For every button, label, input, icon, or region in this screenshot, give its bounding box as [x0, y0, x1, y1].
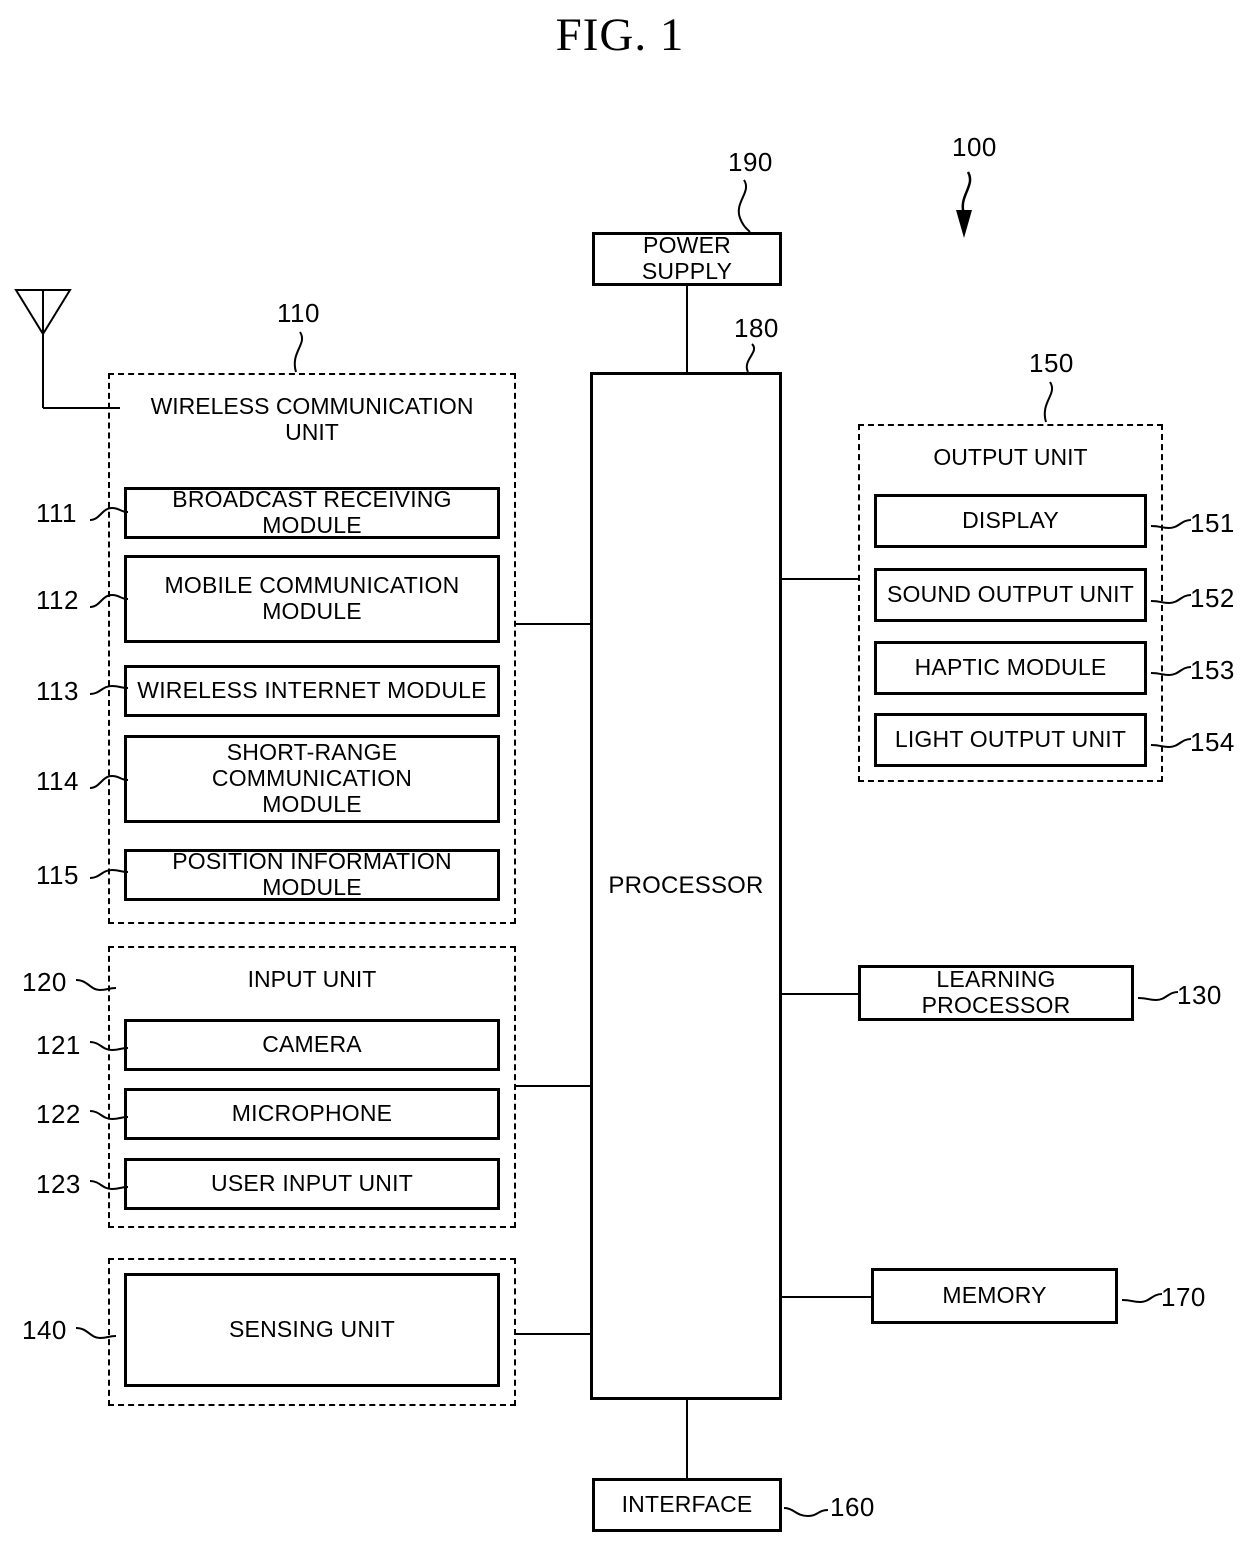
power-supply-label: POWER SUPPLY — [641, 232, 733, 284]
position-information-module-label: POSITION INFORMATION MODULE — [172, 848, 452, 900]
user-input-unit-label: USER INPUT UNIT — [211, 1170, 413, 1197]
ref-112: 112 — [36, 585, 79, 615]
leader-122 — [89, 1110, 129, 1121]
leader-180 — [745, 343, 755, 373]
leader-110 — [293, 331, 303, 373]
microphone-label: MICROPHONE — [231, 1100, 393, 1127]
input-unit-title-label: INPUT UNIT — [247, 966, 377, 992]
output-unit-title-label: OUTPUT UNIT — [933, 444, 1088, 470]
ref-153: 153 — [1190, 655, 1235, 685]
ref-113: 113 — [36, 676, 79, 706]
input-unit-title: INPUT UNIT — [108, 966, 516, 992]
connector-input-to-processor — [516, 1085, 592, 1087]
wireless-internet-module-block[interactable]: WIRELESS INTERNET MODULE — [124, 665, 500, 717]
ref-190: 190 — [728, 147, 773, 177]
leader-152 — [1150, 594, 1192, 605]
ref-150: 150 — [1029, 348, 1074, 378]
wireless-internet-module-label: WIRELESS INTERNET MODULE — [137, 677, 487, 704]
ref-170: 170 — [1161, 1282, 1206, 1312]
display-label: DISPLAY — [962, 507, 1059, 534]
position-information-module-block[interactable]: POSITION INFORMATION MODULE — [124, 848, 500, 901]
connector-sensing-to-processor — [516, 1333, 592, 1335]
ref-151: 151 — [1190, 508, 1235, 538]
mobile-communication-module-label: MOBILE COMMUNICATION MODULE — [164, 572, 460, 624]
user-input-unit-block[interactable]: USER INPUT UNIT — [124, 1158, 500, 1210]
antenna-icon — [14, 289, 120, 409]
wireless-unit-title-line1: WIRELESS COMMUNICATION — [150, 393, 474, 419]
sensing-unit-block[interactable]: SENSING UNIT — [124, 1273, 500, 1387]
mobile-communication-module-block[interactable]: MOBILE COMMUNICATION MODULE — [124, 555, 500, 643]
ref-123: 123 — [36, 1169, 81, 1199]
ref-154: 154 — [1190, 727, 1235, 757]
haptic-module-label: HAPTIC MODULE — [914, 654, 1107, 681]
short-range-communication-module-label: SHORT-RANGE COMMUNICATION MODULE — [211, 739, 413, 817]
memory-label: MEMORY — [942, 1282, 1047, 1309]
output-unit-title: OUTPUT UNIT — [858, 444, 1163, 470]
wireless-communication-unit-group — [108, 373, 516, 924]
leader-190 — [737, 179, 751, 233]
leader-123 — [89, 1180, 129, 1191]
connector-wireless-to-processor — [516, 623, 592, 625]
interface-label: INTERFACE — [621, 1491, 753, 1518]
connector-processor-to-memory — [782, 1296, 871, 1298]
sound-output-unit-block[interactable]: SOUND OUTPUT UNIT — [874, 568, 1147, 622]
interface-block[interactable]: INTERFACE — [592, 1478, 782, 1532]
camera-label: CAMERA — [262, 1031, 362, 1058]
leader-120 — [75, 979, 117, 992]
ref-122: 122 — [36, 1099, 81, 1129]
sensing-unit-label: SENSING UNIT — [229, 1316, 395, 1343]
sound-output-unit-label: SOUND OUTPUT UNIT — [886, 581, 1135, 608]
leader-154 — [1150, 738, 1192, 749]
leader-111 — [89, 506, 129, 521]
leader-115 — [89, 868, 129, 879]
leader-160 — [783, 1507, 829, 1518]
ref-160: 160 — [830, 1492, 875, 1522]
connector-processor-to-learning-processor — [782, 993, 858, 995]
broadcast-receiving-module-block[interactable]: BROADCAST RECEIVING MODULE — [124, 486, 500, 539]
leader-112 — [89, 593, 129, 608]
patent-figure-page: FIG. 1 100 POWER SUPPLY 190 PROCESSOR 18… — [0, 0, 1240, 1552]
connector-processor-to-output — [782, 578, 858, 580]
display-block[interactable]: DISPLAY — [874, 494, 1147, 548]
ref-121: 121 — [36, 1030, 81, 1060]
learning-processor-block[interactable]: LEARNING PROCESSOR — [858, 965, 1134, 1021]
ref-120: 120 — [22, 967, 67, 997]
camera-block[interactable]: CAMERA — [124, 1019, 500, 1071]
figure-title: FIG. 1 — [555, 9, 685, 61]
ref-111: 111 — [36, 498, 78, 528]
light-output-unit-block[interactable]: LIGHT OUTPUT UNIT — [874, 713, 1147, 767]
ref-152: 152 — [1190, 583, 1235, 613]
leader-130 — [1137, 991, 1179, 1002]
ref-110: 110 — [277, 298, 320, 328]
leader-170 — [1121, 1293, 1163, 1304]
leader-121 — [89, 1041, 129, 1052]
wireless-communication-unit-title: WIRELESS COMMUNICATION UNIT — [108, 393, 516, 446]
processor-label: PROCESSOR — [608, 872, 764, 899]
broadcast-receiving-module-label: BROADCAST RECEIVING MODULE — [172, 486, 452, 538]
leader-151 — [1150, 519, 1192, 530]
light-output-unit-label: LIGHT OUTPUT UNIT — [894, 726, 1127, 753]
ref-180: 180 — [734, 313, 779, 343]
leader-114 — [89, 774, 129, 789]
microphone-block[interactable]: MICROPHONE — [124, 1088, 500, 1140]
connector-power-to-processor — [686, 286, 688, 372]
haptic-module-block[interactable]: HAPTIC MODULE — [874, 641, 1147, 695]
system-pointer-arrow-icon — [956, 171, 972, 238]
wireless-unit-title-line2: UNIT — [285, 419, 339, 446]
memory-block[interactable]: MEMORY — [871, 1268, 1118, 1324]
leader-140 — [75, 1327, 117, 1340]
learning-processor-label: LEARNING PROCESSOR — [921, 966, 1071, 1018]
leader-150 — [1043, 381, 1053, 423]
leader-153 — [1150, 666, 1192, 677]
ref-100: 100 — [952, 132, 997, 162]
ref-140: 140 — [22, 1315, 67, 1345]
leader-113 — [89, 684, 129, 695]
ref-114: 114 — [36, 766, 79, 796]
connector-processor-to-interface — [686, 1400, 688, 1478]
ref-130: 130 — [1177, 980, 1222, 1010]
short-range-communication-module-block[interactable]: SHORT-RANGE COMMUNICATION MODULE — [124, 735, 500, 823]
processor-block[interactable]: PROCESSOR — [590, 372, 782, 1400]
ref-115: 115 — [36, 860, 79, 890]
power-supply-block[interactable]: POWER SUPPLY — [592, 232, 782, 286]
